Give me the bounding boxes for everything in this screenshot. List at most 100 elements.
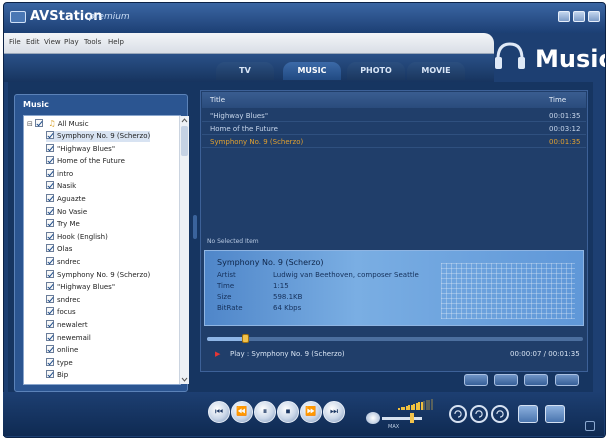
checkbox-icon[interactable] [46,332,54,341]
mini-mode-button[interactable] [585,421,595,431]
shuffle-icon [496,410,504,418]
title-bar[interactable]: AVStation premium [4,3,605,33]
info-value-artist: Ludwig van Beethoven, composer Seattle [273,271,419,279]
scroll-down-icon[interactable] [181,376,188,383]
scroll-up-icon[interactable] [181,117,188,124]
list-item[interactable]: newemail [46,332,91,344]
checkbox-icon[interactable] [46,307,54,316]
menu-tools[interactable]: Tools [84,38,101,46]
checkbox-icon[interactable] [46,206,54,215]
checkbox-icon[interactable] [46,269,54,278]
checkbox-icon[interactable] [46,294,54,303]
table-row[interactable]: Symphony No. 9 (Scherzo) 00:01:35 [202,135,586,148]
tab-tv[interactable]: TV [216,62,274,80]
library-scrollbar[interactable] [179,116,189,384]
checkbox-icon[interactable] [46,282,54,291]
volume-knob[interactable] [410,413,414,423]
add-files-button[interactable] [464,374,488,386]
list-item[interactable]: online [46,345,78,356]
list-item[interactable]: sndrec [46,294,80,306]
list-item[interactable]: "Highway Blues" [46,143,115,155]
checkbox-icon[interactable] [46,370,54,379]
checkbox-icon[interactable] [46,131,54,139]
list-item-label: newalert [57,321,88,329]
list-item[interactable]: focus [46,307,76,318]
menu-edit[interactable]: Edit [26,38,40,46]
list-item[interactable]: Bip [46,370,68,381]
list-item[interactable]: Symphony No. 9 (Scherzo) [46,131,151,142]
checkbox-icon[interactable] [46,357,54,366]
seek-bar[interactable] [207,334,583,343]
maximize-button[interactable] [573,11,585,22]
tab-movie[interactable]: MOVIE [407,62,465,80]
checkbox-icon[interactable] [46,194,54,202]
menu-file[interactable]: File [9,38,21,46]
info-key-time: Time [217,282,235,290]
menu-help[interactable]: Help [108,38,124,46]
pause-button[interactable]: ⏸ [254,401,276,423]
list-item[interactable]: intro [46,168,73,180]
list-item[interactable]: No Vasie [46,206,87,218]
panel-splitter[interactable] [193,215,197,239]
checkbox-icon[interactable] [46,231,54,240]
list-item[interactable]: Symphony No. 9 (Scherzo) [46,269,150,281]
speaker-icon[interactable] [366,412,380,424]
checkbox-icon[interactable] [46,219,54,228]
scroll-thumb[interactable] [181,126,188,156]
collapse-icon[interactable]: ⊟ [27,120,33,128]
checkbox-icon[interactable] [46,320,54,328]
rewind-button[interactable]: ⏪ [231,401,253,423]
list-item[interactable]: Olas [46,244,72,255]
checkbox-icon[interactable] [46,181,54,190]
list-item[interactable]: Try Me [46,219,80,230]
volume-control[interactable]: MAX [362,398,434,430]
equalizer-button[interactable] [518,405,538,423]
seek-bar-knob[interactable] [241,334,249,343]
column-time[interactable]: Time [549,96,566,104]
shuffle-button[interactable] [491,405,509,423]
previous-button[interactable]: ⏮ [208,401,230,423]
row-title: Symphony No. 9 (Scherzo) [210,138,304,146]
list-item[interactable]: "Highway Blues" [46,282,115,293]
checkbox-icon[interactable] [46,156,54,165]
list-item[interactable]: Aguazte [46,194,86,205]
tab-music[interactable]: MUSIC [283,62,341,80]
section-title: Music [535,45,606,73]
checkbox-icon[interactable] [46,257,54,265]
menu-bar: File Edit View Play Tools Help [4,33,494,54]
list-item[interactable]: Nasik [46,181,76,192]
next-button[interactable]: ⏭ [323,401,345,423]
minimize-button[interactable] [558,11,570,22]
library-tree[interactable]: ⊟ ♫ All Music Symphony No. 9 (Scherzo) "H… [23,115,181,385]
visualization-button[interactable] [545,405,565,423]
checkbox-icon[interactable] [46,168,54,177]
visualizer-grid [441,263,575,319]
list-item[interactable]: newalert [46,320,88,331]
list-item[interactable]: Hook (English) [46,231,108,243]
menu-play[interactable]: Play [64,38,79,46]
checkbox-icon[interactable] [35,119,44,127]
repeat-one-button[interactable] [470,405,488,423]
menu-view[interactable]: View [44,38,61,46]
repeat-button[interactable] [449,405,467,423]
table-row[interactable]: Home of the Future 00:03:12 [202,122,586,135]
list-item[interactable]: type [46,357,73,369]
stop-button[interactable]: ⏹ [277,401,299,423]
column-title[interactable]: Title [210,96,225,104]
table-row[interactable]: "Highway Blues" 00:01:35 [202,109,586,122]
checkbox-icon[interactable] [46,143,54,152]
remove-files-button[interactable] [494,374,518,386]
tree-root[interactable]: ⊟ ♫ All Music [27,119,89,130]
forward-button[interactable]: ⏩ [300,401,322,423]
checkbox-icon[interactable] [46,345,54,354]
info-value-time: 1:15 [273,282,289,290]
volume-slider[interactable] [382,417,422,420]
forward-icon: ⏩ [305,407,317,417]
list-item[interactable]: sndrec [46,257,80,268]
checkbox-icon[interactable] [46,244,54,253]
tab-photo[interactable]: PHOTO [347,62,405,80]
clear-playlist-button[interactable] [555,374,579,386]
save-playlist-button[interactable] [524,374,548,386]
list-item[interactable]: Home of the Future [46,156,125,167]
close-button[interactable] [588,11,600,22]
